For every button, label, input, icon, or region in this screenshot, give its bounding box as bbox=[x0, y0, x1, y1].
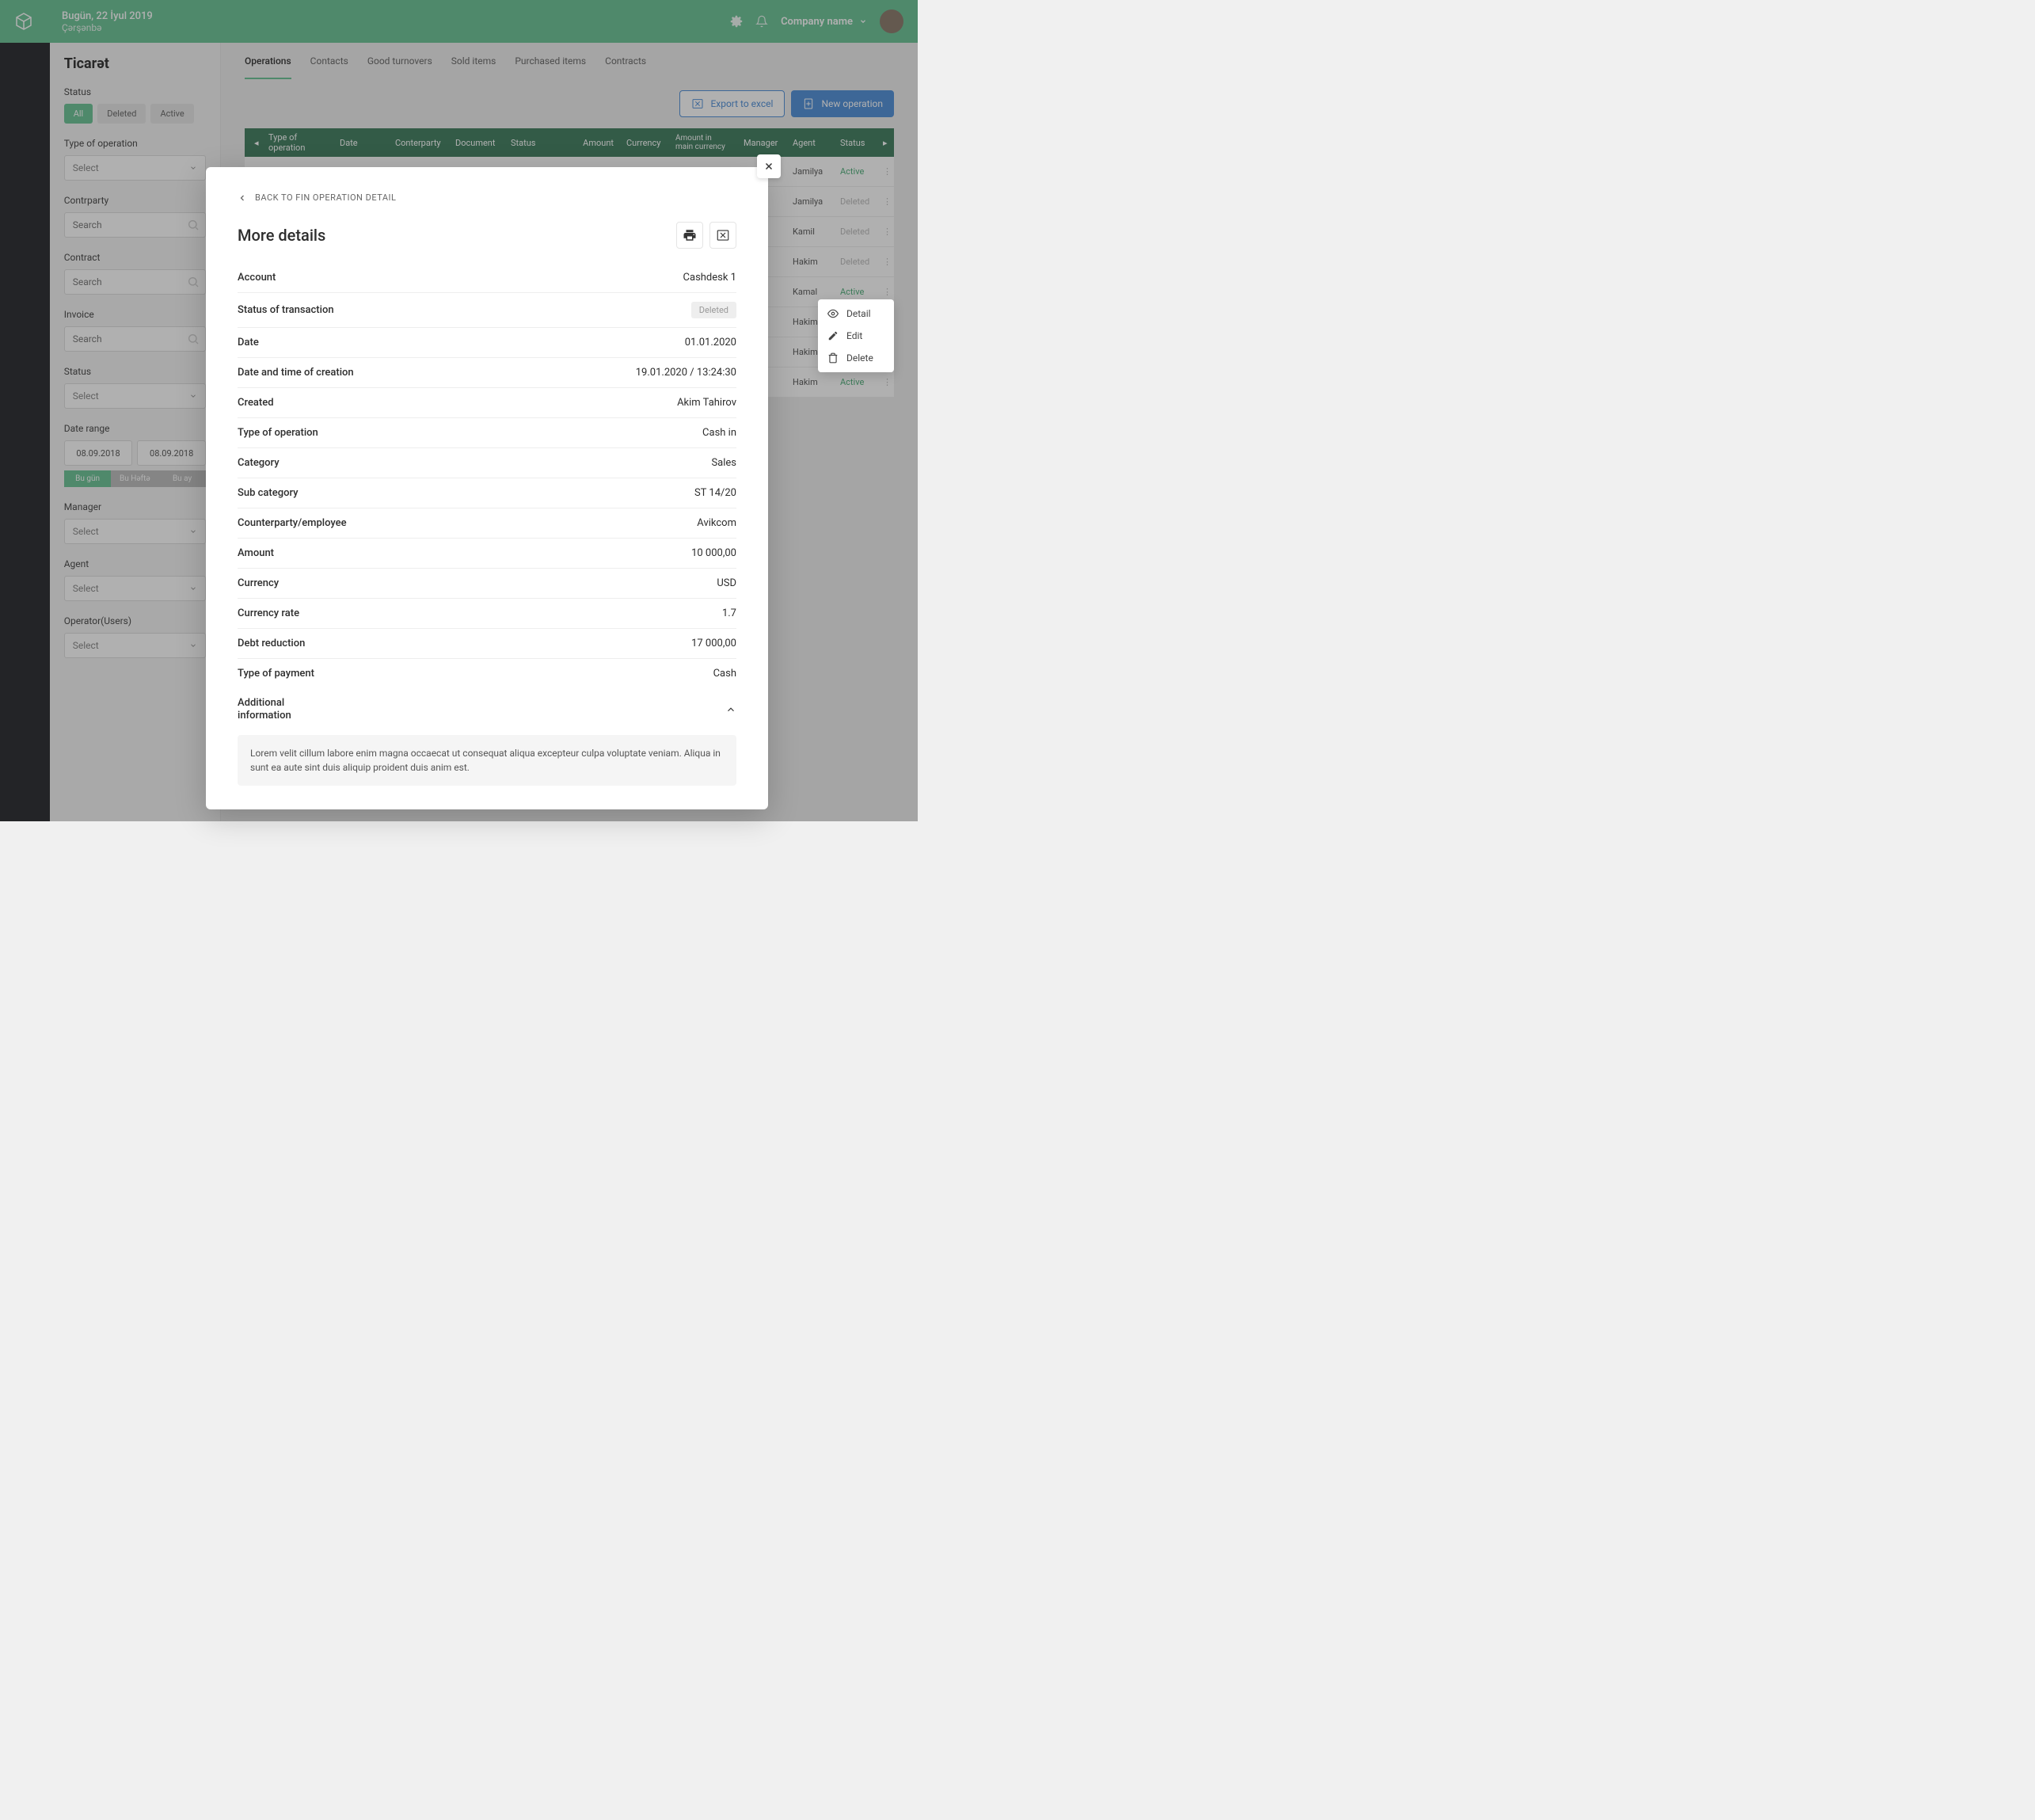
additional-info-toggle[interactable]: Additional information bbox=[238, 688, 736, 730]
excel-icon bbox=[716, 228, 730, 242]
modal-excel-button[interactable] bbox=[709, 222, 736, 249]
details-modal: BACK TO FIN OPERATION DETAIL More detail… bbox=[206, 167, 768, 809]
detail-row: Debt reduction17 000,00 bbox=[238, 629, 736, 659]
detail-row: CurrencyUSD bbox=[238, 569, 736, 599]
additional-info-label: Additional information bbox=[238, 697, 291, 722]
detail-row: Sub categoryST 14/20 bbox=[238, 478, 736, 508]
detail-row: CreatedAkim Tahirov bbox=[238, 388, 736, 418]
chevron-left-icon bbox=[238, 193, 247, 203]
detail-row: Date and time of creation19.01.2020 / 13… bbox=[238, 358, 736, 388]
detail-row: Amount10 000,00 bbox=[238, 539, 736, 569]
back-link[interactable]: BACK TO FIN OPERATION DETAIL bbox=[238, 192, 736, 203]
chevron-up-icon bbox=[725, 704, 736, 715]
print-button[interactable] bbox=[676, 222, 703, 249]
additional-info-note: Lorem velit cillum labore enim magna occ… bbox=[238, 735, 736, 786]
row-context-menu: Detail Edit Delete bbox=[818, 299, 894, 372]
ctx-edit[interactable]: Edit bbox=[818, 325, 894, 347]
trash-icon bbox=[827, 352, 839, 364]
ctx-detail[interactable]: Detail bbox=[818, 303, 894, 325]
close-button[interactable] bbox=[757, 154, 781, 178]
detail-row: Status of transactionDeleted bbox=[238, 293, 736, 328]
ctx-delete[interactable]: Delete bbox=[818, 347, 894, 369]
close-icon bbox=[763, 161, 774, 172]
detail-row: CategorySales bbox=[238, 448, 736, 478]
status-badge: Deleted bbox=[691, 302, 736, 318]
detail-row: Date01.01.2020 bbox=[238, 328, 736, 358]
detail-row: AccountCashdesk 1 bbox=[238, 263, 736, 293]
print-icon bbox=[683, 228, 697, 242]
detail-row: Type of operationCash in bbox=[238, 418, 736, 448]
detail-row: Counterparty/employeeAvikcom bbox=[238, 508, 736, 539]
eye-icon bbox=[827, 308, 839, 319]
detail-row: Type of paymentCash bbox=[238, 659, 736, 688]
modal-title: More details bbox=[238, 226, 325, 245]
pencil-icon bbox=[827, 330, 839, 341]
detail-row: Currency rate1.7 bbox=[238, 599, 736, 629]
